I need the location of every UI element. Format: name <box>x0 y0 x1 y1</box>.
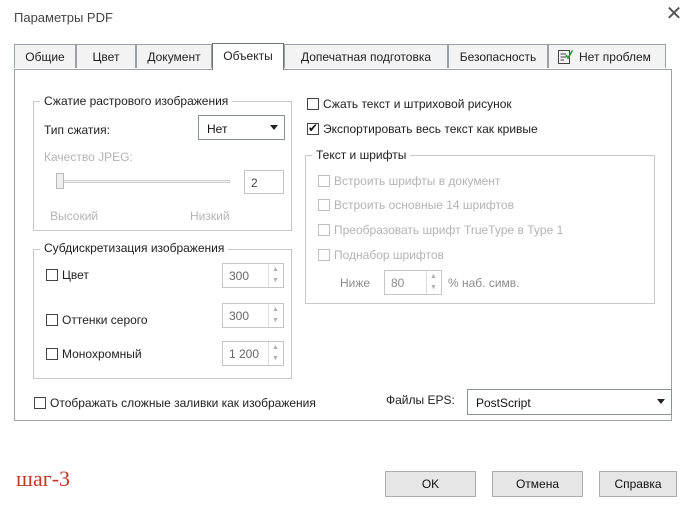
jpeg-quality-label: Качество JPEG: <box>44 150 133 164</box>
subset-threshold-input[interactable]: 80 ▲ ▼ <box>384 270 442 295</box>
export-curves-checkbox[interactable] <box>307 121 319 135</box>
subsample-color-value: 300 <box>229 269 250 283</box>
tab-no-issues[interactable]: Нет проблем <box>548 44 666 68</box>
subset-percent-label: % наб. симв. <box>448 276 520 290</box>
quality-low-label: Низкий <box>190 209 230 223</box>
chevron-down-icon <box>270 125 278 130</box>
tab-general[interactable]: Общие <box>14 44 76 68</box>
subset-fonts-label: Поднабор шрифтов <box>334 248 444 262</box>
help-button[interactable]: Справка <box>599 471 677 497</box>
subset-below-label: Ниже <box>340 276 371 290</box>
subsample-gray-value: 300 <box>229 309 250 323</box>
eps-files-value: PostScript <box>476 396 531 410</box>
convert-truetype-label: Преобразовать шрифт TrueType в Type 1 <box>334 223 564 237</box>
preflight-check-icon <box>557 49 574 65</box>
step-annotation: шаг-3 <box>16 466 71 491</box>
raster-compression-title: Сжатие растрового изображения <box>40 94 233 108</box>
tab-no-issues-label: Нет проблем <box>579 50 651 64</box>
subsample-color-input[interactable]: 300 ▲ ▼ <box>222 263 284 288</box>
eps-files-label: Файлы EPS: <box>386 393 455 407</box>
subsample-mono-label: Монохромный <box>62 347 142 361</box>
window-title: Параметры PDF <box>14 10 113 25</box>
export-curves-label: Экспортировать весь текст как кривые <box>323 122 538 136</box>
compress-text-label: Сжать текст и штриховой рисунок <box>323 97 512 111</box>
convert-truetype-checkbox[interactable] <box>318 224 330 236</box>
subsample-gray-checkbox[interactable] <box>46 314 58 326</box>
spin-buttons[interactable]: ▲ ▼ <box>268 342 283 365</box>
compression-type-value: Нет <box>207 122 228 136</box>
tab-color[interactable]: Цвет <box>76 44 136 68</box>
subsample-gray-label: Оттенки серого <box>62 313 148 327</box>
tab-objects[interactable]: Объекты <box>212 43 284 70</box>
embed-base14-label: Встроить основные 14 шрифтов <box>334 198 514 212</box>
subsampling-title: Субдискретизация изображения <box>40 241 229 255</box>
jpeg-quality-slider-track[interactable] <box>62 180 230 183</box>
spin-buttons[interactable]: ▲ ▼ <box>268 264 283 287</box>
subsample-mono-value: 1 200 <box>229 347 260 361</box>
subsample-mono-checkbox[interactable] <box>46 348 58 360</box>
tab-document[interactable]: Документ <box>136 44 212 68</box>
cancel-button[interactable]: Отмена <box>492 471 583 497</box>
tab-prepress[interactable]: Допечатная подготовка <box>284 44 448 68</box>
embed-base14-checkbox[interactable] <box>318 199 330 211</box>
compression-type-select[interactable]: Нет <box>198 115 285 140</box>
subsample-color-checkbox[interactable] <box>46 269 58 281</box>
compress-text-checkbox[interactable] <box>307 98 319 110</box>
jpeg-quality-input[interactable]: 2 <box>244 170 284 194</box>
eps-files-select[interactable]: PostScript <box>467 389 672 415</box>
subsample-gray-input[interactable]: 300 ▲ ▼ <box>222 303 284 328</box>
subsample-color-label: Цвет <box>62 268 89 282</box>
jpeg-quality-value: 2 <box>251 176 258 190</box>
subset-fonts-checkbox[interactable] <box>318 249 330 261</box>
text-fonts-title: Текст и шрифты <box>312 148 411 162</box>
quality-high-label: Высокий <box>50 209 99 223</box>
spin-buttons[interactable]: ▲ ▼ <box>268 304 283 327</box>
jpeg-quality-slider-handle[interactable] <box>56 173 64 189</box>
embed-fonts-checkbox[interactable] <box>318 175 330 187</box>
embed-fonts-label: Встроить шрифты в документ <box>334 174 501 188</box>
compression-type-label: Тип сжатия: <box>44 123 110 137</box>
complex-fills-label: Отображать сложные заливки как изображен… <box>50 396 316 410</box>
ok-button[interactable]: OK <box>385 471 476 497</box>
tab-security[interactable]: Безопасность <box>448 44 548 68</box>
close-icon[interactable]: ✕ <box>664 4 684 24</box>
subset-threshold-value: 80 <box>391 276 405 290</box>
subsample-mono-input[interactable]: 1 200 ▲ ▼ <box>222 341 284 366</box>
complex-fills-checkbox[interactable] <box>34 397 46 409</box>
chevron-down-icon <box>657 399 665 404</box>
spin-buttons[interactable]: ▲ ▼ <box>426 271 441 294</box>
